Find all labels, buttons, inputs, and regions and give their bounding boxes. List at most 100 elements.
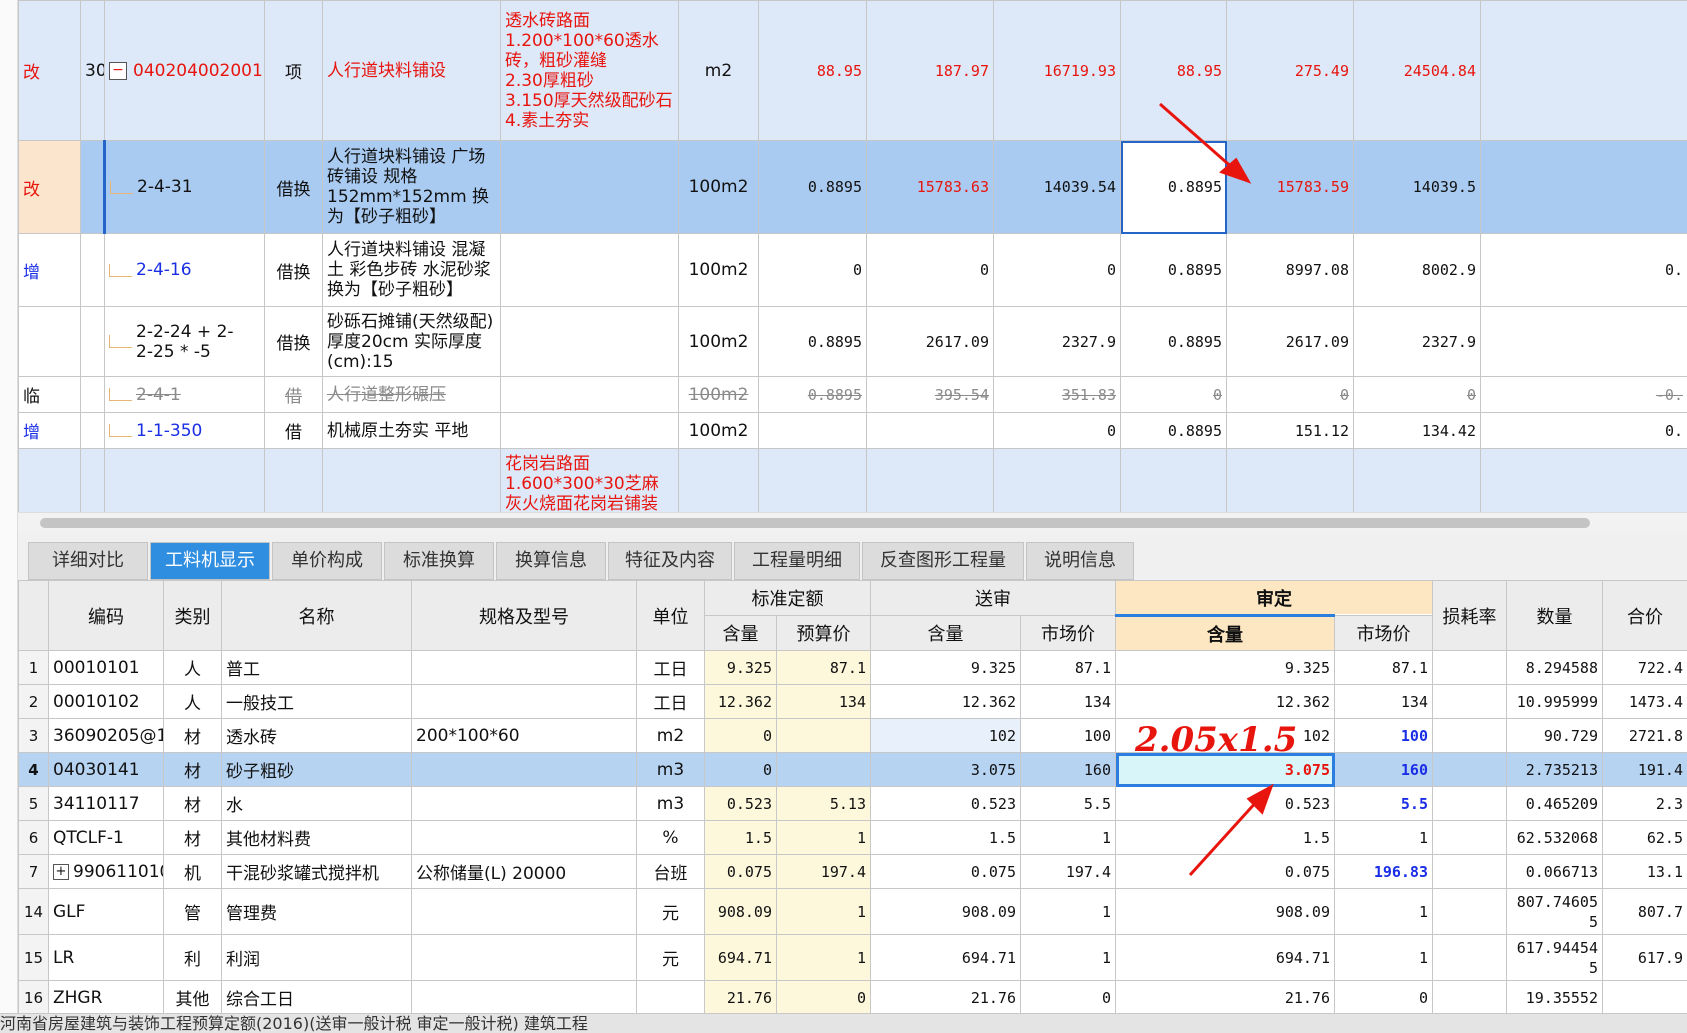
material-row[interactable]: 14 GLF 管管理费元 908.09 1 908.09 1 908.09 1 807.74605…: [18, 888, 1687, 935]
item-name[interactable]: 机械原土夯实 平地: [322, 412, 501, 449]
approved-quantity[interactable]: [1120, 448, 1227, 519]
item-row[interactable]: 增 2-4-16 借换 人行道块料铺设 混凝土 彩色步砖 水泥砂浆 换为【砂子粗砂】 1…: [18, 233, 1687, 307]
item-code[interactable]: 2-4-31: [103, 140, 265, 234]
sub-price[interactable]: 1: [1020, 820, 1116, 855]
aud-price[interactable]: 196.83: [1334, 854, 1433, 889]
aud-qty[interactable]: 908.09: [1115, 888, 1335, 935]
header-amount[interactable]: 数量: [1506, 580, 1603, 651]
approved-quantity[interactable]: 0.8895: [1120, 233, 1227, 307]
aud-qty[interactable]: 9.325: [1115, 650, 1335, 685]
aud-qty[interactable]: 1.5: [1115, 820, 1335, 855]
item-name[interactable]: 人行道块料铺设: [322, 0, 501, 141]
material-row[interactable]: 7 +990611010 机干混砂浆罐式搅拌机 公称储量(L) 20000 台班 0.07…: [18, 854, 1687, 889]
sub-price[interactable]: 1: [1020, 934, 1116, 981]
item-name[interactable]: 人行道块料铺设 广场砖铺设 规格152mm*152mm 换为【砂子粗砂】: [322, 140, 501, 234]
approved-quantity[interactable]: 0: [1120, 376, 1227, 413]
scrollbar-thumb[interactable]: [40, 518, 1590, 528]
collapse-toggle-icon[interactable]: −: [109, 61, 127, 80]
item-code[interactable]: 2-2-24 + 2-2-25 * -5: [104, 306, 265, 377]
approved-quantity[interactable]: 0.8895: [1120, 306, 1227, 377]
aud-price[interactable]: 87.1: [1334, 650, 1433, 685]
header-spec[interactable]: 规格及型号: [411, 580, 637, 651]
sub-price[interactable]: 134: [1020, 684, 1116, 719]
header-name[interactable]: 名称: [221, 580, 412, 651]
sub-qty[interactable]: 9.325: [870, 650, 1021, 685]
aud-price[interactable]: 5.5: [1334, 786, 1433, 821]
tab-5[interactable]: 特征及内容: [608, 542, 732, 580]
item-row[interactable]: 2-2-24 + 2-2-25 * -5 借换 砂砾石摊铺(天然级配)厚度20cm …: [18, 306, 1687, 377]
aud-qty[interactable]: 694.71: [1115, 934, 1335, 981]
aud-price[interactable]: 134: [1334, 684, 1433, 719]
sub-price[interactable]: 197.4: [1020, 854, 1116, 889]
sub-price[interactable]: 0: [1020, 980, 1116, 1015]
item-name[interactable]: 人行道整形碾压: [322, 376, 501, 413]
item-code[interactable]: 1-1-350: [104, 412, 265, 449]
header-type[interactable]: 类别: [163, 580, 222, 651]
sub-price[interactable]: 160: [1020, 752, 1116, 787]
item-row[interactable]: 改 2-4-31 借换 人行道块料铺设 广场砖铺设 规格152mm*152mm 换为【…: [18, 140, 1687, 234]
aud-price[interactable]: 1: [1334, 820, 1433, 855]
header-loss-rate[interactable]: 损耗率: [1432, 580, 1507, 651]
tab-8[interactable]: 说明信息: [1026, 542, 1134, 580]
header-aud-qty[interactable]: 含量: [1115, 614, 1335, 651]
aud-price[interactable]: 0: [1334, 980, 1433, 1015]
sub-qty[interactable]: 21.76: [870, 980, 1021, 1015]
aud-price[interactable]: 1: [1334, 888, 1433, 935]
sub-price[interactable]: 87.1: [1020, 650, 1116, 685]
tab-2[interactable]: 单价构成: [272, 542, 382, 580]
sub-qty[interactable]: 694.71: [870, 934, 1021, 981]
tab-6[interactable]: 工程量明细: [734, 542, 860, 580]
sub-qty[interactable]: 1.5: [870, 820, 1021, 855]
aud-price[interactable]: 160: [1334, 752, 1433, 787]
expand-toggle-icon[interactable]: +: [53, 863, 69, 880]
sub-price[interactable]: 1: [1020, 888, 1116, 935]
header-sub-price[interactable]: 市场价: [1020, 615, 1116, 651]
aud-price[interactable]: 100: [1334, 718, 1433, 753]
material-row[interactable]: 3 36090205@1 材透水砖 200*100*60 m2 0 102 100 102 100…: [18, 718, 1687, 753]
approved-quantity[interactable]: 0.8895: [1120, 140, 1227, 234]
item-row[interactable]: 花岗岩路面 1.600*300*30芝麻灰火烧面花岗岩铺装: [18, 448, 1687, 519]
sub-qty[interactable]: 0.075: [870, 854, 1021, 889]
aud-qty[interactable]: 0.523: [1115, 786, 1335, 821]
tab-4[interactable]: 换算信息: [496, 542, 606, 580]
aud-qty[interactable]: 21.76: [1115, 980, 1335, 1015]
sub-qty[interactable]: 102: [870, 718, 1021, 753]
item-code[interactable]: [104, 448, 265, 519]
header-std-qty[interactable]: 含量: [704, 615, 777, 651]
header-sub-qty[interactable]: 含量: [870, 615, 1021, 651]
material-row[interactable]: 6 QTCLF-1 材其他材料费% 1.5 1 1.5 1 1.5 1 62.532068 62.5: [18, 820, 1687, 855]
approved-quantity[interactable]: 88.95: [1120, 0, 1227, 141]
material-row[interactable]: 5 34110117 材水 m3 0.523 5.13 0.523 5.5 0.523 5.5 0.…: [18, 786, 1687, 821]
sub-price[interactable]: 5.5: [1020, 786, 1116, 821]
header-code[interactable]: 编码: [48, 580, 164, 651]
tab-1[interactable]: 工料机显示: [150, 542, 270, 580]
sub-price[interactable]: 100: [1020, 718, 1116, 753]
material-row[interactable]: 4 04030141 材砂子粗砂 m3 0 3.075 160 3.075 160 2.73521…: [18, 752, 1687, 787]
item-name[interactable]: 人行道块料铺设 混凝土 彩色步砖 水泥砂浆 换为【砂子粗砂】: [322, 233, 501, 307]
sub-qty[interactable]: 12.362: [870, 684, 1021, 719]
item-row[interactable]: 增 1-1-350 借机械原土夯实 平地 100m2 0 0.8895 151.12 134.…: [18, 412, 1687, 449]
material-row[interactable]: 15 LR 利利润元 694.71 1 694.71 1 694.71 1 617.94454 5…: [18, 934, 1687, 981]
header-unit[interactable]: 单位: [636, 580, 705, 651]
item-name[interactable]: [322, 448, 501, 519]
item-code[interactable]: 2-4-1: [104, 376, 265, 413]
material-row[interactable]: 2 00010102 人一般技工 工日 12.362 134 12.362 134 12.362…: [18, 684, 1687, 719]
sub-qty[interactable]: 0.523: [870, 786, 1021, 821]
item-row[interactable]: 临 2-4-1 借人行道整形碾压 100m2 0.8895 395.54 351.83 0 0 0…: [18, 376, 1687, 413]
item-name[interactable]: 砂砾石摊铺(天然级配)厚度20cm 实际厚度(cm):15: [322, 306, 501, 377]
item-row[interactable]: 改 30−040204002001 项人行道块料铺设 透水砖路面 1.200*100*6…: [18, 0, 1687, 141]
item-code[interactable]: 2-4-16: [104, 233, 265, 307]
aud-qty[interactable]: 0.075: [1115, 854, 1335, 889]
aud-qty[interactable]: 12.362: [1115, 684, 1335, 719]
sub-qty[interactable]: 3.075: [870, 752, 1021, 787]
approved-quantity[interactable]: 0.8895: [1120, 412, 1227, 449]
tab-3[interactable]: 标准换算: [384, 542, 494, 580]
material-row[interactable]: 16 ZHGR 其他 综合工日 21.76 0 21.76 0 21.76 0 19.35552: [18, 980, 1687, 1015]
header-total[interactable]: 合价: [1602, 580, 1687, 651]
aud-price[interactable]: 1: [1334, 934, 1433, 981]
sub-qty[interactable]: 908.09: [870, 888, 1021, 935]
material-row[interactable]: 1 00010101 人普工 工日 9.325 87.1 9.325 87.1 9.325 87.…: [18, 650, 1687, 685]
item-code[interactable]: −040204002001: [104, 0, 265, 141]
tab-7[interactable]: 反查图形工程量: [862, 542, 1024, 580]
header-aud-price[interactable]: 市场价: [1334, 615, 1433, 651]
